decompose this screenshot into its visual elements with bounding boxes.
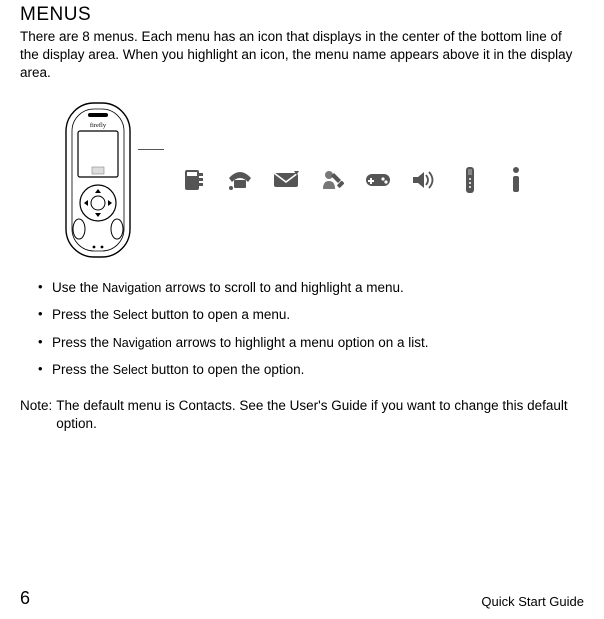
info-icon [502, 166, 530, 194]
sounds-icon [410, 166, 438, 194]
bullet-post: button to open the option. [148, 362, 305, 377]
note-block: Note: The default menu is Contacts. See … [20, 397, 584, 433]
bullet-pre: Press the [52, 362, 113, 377]
phone-illustration: firefly [58, 101, 138, 259]
contacts-icon [180, 166, 208, 194]
settings-icon [318, 166, 346, 194]
bullet-pre: Press the [52, 307, 113, 322]
manual-page: MENUS There are 8 menus. Each menu has a… [0, 4, 604, 619]
bullet-pre: Use the [52, 280, 102, 295]
note-label: Note: [20, 397, 52, 433]
callout-line [138, 149, 164, 150]
calls-icon [226, 166, 254, 194]
button-name: Select [113, 308, 148, 322]
page-footer: 6 Quick Start Guide [20, 588, 584, 609]
list-item: Press the Navigation arrows to highlight… [38, 334, 584, 352]
bullet-post: button to open a menu. [148, 307, 291, 322]
button-name: Navigation [113, 336, 172, 350]
messages-icon [272, 166, 300, 194]
tools-icon [456, 166, 484, 194]
note-body: The default menu is Contacts. See the Us… [56, 397, 584, 433]
list-item: Use the Navigation arrows to scroll to a… [38, 279, 584, 297]
illustration-row: firefly [58, 101, 584, 259]
bullet-post: arrows to scroll to and highlight a menu… [161, 280, 403, 295]
instruction-list: Use the Navigation arrows to scroll to a… [38, 279, 584, 379]
menu-icons-strip [180, 166, 530, 194]
list-item: Press the Select button to open the opti… [38, 361, 584, 379]
bullet-post: arrows to highlight a menu option on a l… [172, 335, 429, 350]
page-heading: MENUS [20, 4, 584, 26]
phone-brand-label: firefly [90, 122, 107, 129]
page-number: 6 [20, 588, 30, 609]
button-name: Select [113, 363, 148, 377]
button-name: Navigation [102, 281, 161, 295]
list-item: Press the Select button to open a menu. [38, 306, 584, 324]
footer-title: Quick Start Guide [481, 594, 584, 609]
intro-paragraph: There are 8 menus. Each menu has an icon… [20, 28, 584, 83]
bullet-pre: Press the [52, 335, 113, 350]
games-icon [364, 166, 392, 194]
